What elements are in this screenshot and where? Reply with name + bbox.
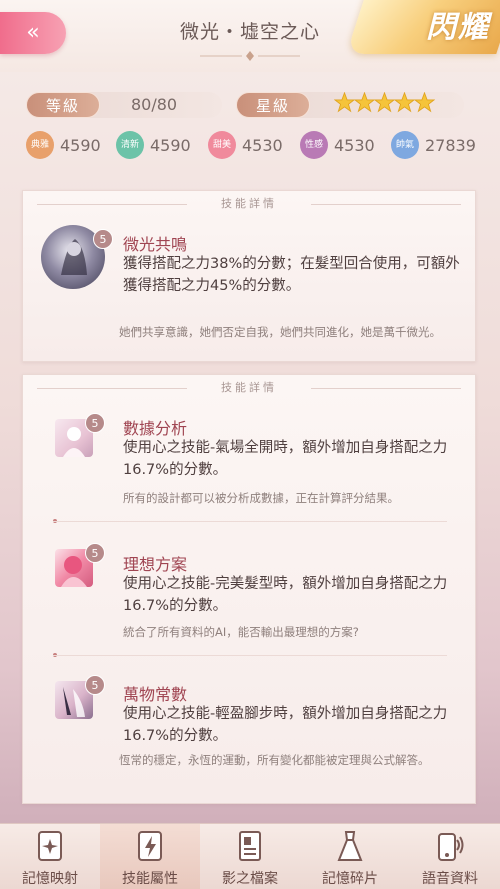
nav-item-shadow-files[interactable]: 影之檔案 [200,824,300,889]
attribute-badge-icon: 性感 [300,131,328,159]
main-skill-card: 技能詳情 5 微光共鳴 獲得搭配之力38%的分數；在髮型回合使用，可額外獲得搭配… [22,190,476,362]
attribute-badge-icon: 甜美 [208,131,236,159]
skill-flavor-text: 統合了所有資料的AI，能否輸出最理想的方案? [123,625,359,639]
section-title: 技能詳情 [23,191,475,217]
section-title: 技能詳情 [23,375,475,401]
nav-label: 記憶映射 [22,871,78,887]
skill-description: 使用心之技能-氣場全開時，額外增加自身搭配之力16.7%的分數。 [123,440,448,478]
document-icon [239,831,261,861]
attribute-item: 典雅 4590 [26,131,101,159]
skill-name: 微光共鳴 [123,235,188,254]
star-icon [334,92,355,113]
nav-item-voice-data[interactable]: 語音資料 [400,824,500,889]
star-icon [394,92,415,113]
attribute-item: 性感 4530 [300,131,375,159]
memory-card-icon [38,831,62,861]
nav-label: 記憶碎片 [322,871,378,887]
attribute-badge-icon: 清新 [116,131,144,159]
nav-item-memory-fragments[interactable]: 記憶碎片 [300,824,400,889]
level-value: 80/80 [131,95,178,114]
lightning-card-icon [138,831,162,861]
dress-icon [337,831,363,861]
nav-label: 語音資料 [422,871,478,887]
attribute-value: 4590 [60,135,101,155]
level-label: 等級 [26,92,100,118]
star-icon [414,92,435,113]
attribute-value: 27839 [425,135,476,155]
skill-level-badge: 5 [93,229,113,249]
skill-flavor-text: 所有的設計都可以被分析成數據，正在計算評分結果。 [123,491,399,505]
nav-label: 技能屬性 [122,871,178,887]
phone-speaker-icon [438,833,464,861]
attribute-value: 4590 [150,135,191,155]
nav-item-memory-mapping[interactable]: 記憶映射 [0,824,100,889]
header-bar: « 微光・墟空之心 閃耀 [0,0,500,72]
skill-flavor-text: 恆常的穩定，永恆的運動，所有變化都能被定理與公式解答。 [119,753,430,767]
skill-name: 萬物常數 [123,685,188,704]
nav-item-skill-attributes[interactable]: 技能屬性 [100,824,200,889]
skill-description: 使用心之技能-完美髮型時，額外增加自身搭配之力16.7%的分數。 [123,576,448,614]
star-icon [374,92,395,113]
skill-level-badge: 5 [85,675,105,695]
star-label: 星級 [236,92,310,118]
attribute-badge-icon: 典雅 [26,131,54,159]
skill-description: 獲得搭配之力38%的分數；在髮型回合使用，可額外獲得搭配之力45%的分數。 [123,256,460,294]
skill-level-badge: 5 [85,413,105,433]
shine-rarity-label: 閃耀 [426,10,490,45]
skill-flavor-text: 她們共享意識，她們否定自我，她們共同進化，她是萬千微光。 [119,325,441,339]
attribute-value: 4530 [334,135,375,155]
divider [53,521,447,522]
bottom-nav: 記憶映射 技能屬性 影之檔案 記憶碎片 語音資料 [0,823,500,889]
attribute-item: 清新 4590 [116,131,191,159]
sub-skills-card: 技能詳情 5 數據分析 使用心之技能-氣場全開時，額外增加自身搭配之力16.7%… [22,374,476,804]
attribute-value: 4530 [242,135,283,155]
attribute-item: 帥氣 27839 [391,131,476,159]
nav-label: 影之檔案 [222,871,278,887]
attribute-badge-icon: 帥氣 [391,131,419,159]
star-icon [354,92,375,113]
divider [53,655,447,656]
skill-level-badge: 5 [85,543,105,563]
skill-name: 理想方案 [123,555,188,574]
skill-name: 數據分析 [123,419,188,438]
skill-description: 使用心之技能-輕盈腳步時，額外增加自身搭配之力16.7%的分數。 [123,706,448,744]
attribute-item: 甜美 4530 [208,131,283,159]
ornament-divider-icon [200,51,300,61]
